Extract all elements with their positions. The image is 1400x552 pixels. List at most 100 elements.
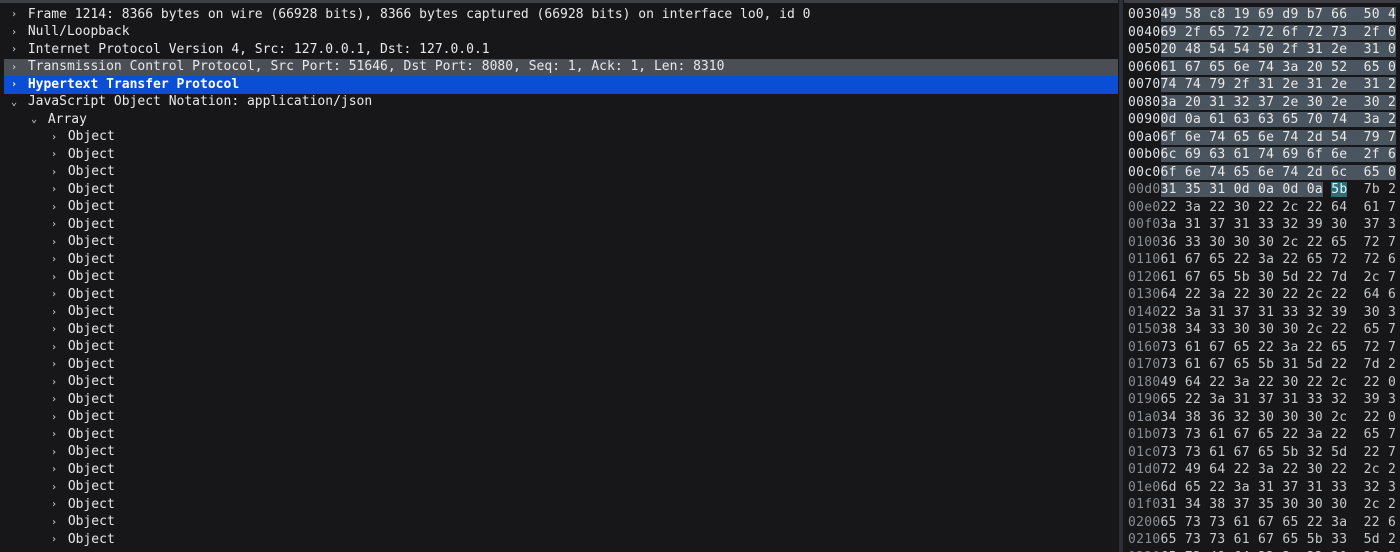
tree-row[interactable]: › Object	[4, 164, 1118, 182]
hex-row[interactable]: 020065 73 73 61 67 65 22 3a 22 6	[1128, 514, 1396, 532]
tree-row[interactable]: › Object	[4, 146, 1118, 164]
chevron-right-icon[interactable]: ›	[8, 43, 20, 57]
tree-row[interactable]: › Object	[4, 444, 1118, 462]
tree-row[interactable]: ⌄ JavaScript Object Notation: applicatio…	[4, 94, 1118, 112]
tree-row[interactable]: › Object	[4, 496, 1118, 514]
hex-row[interactable]: 01e06d 65 22 3a 31 37 31 33 32 3	[1128, 479, 1396, 497]
hex-row[interactable]: 006061 67 65 6e 74 3a 20 52 65 0	[1128, 59, 1396, 77]
chevron-right-icon[interactable]: ›	[48, 446, 60, 460]
tree-row[interactable]: › Object	[4, 199, 1118, 217]
hex-row[interactable]: 022065 72 49 64 22 3a 22 30 22 2	[1128, 549, 1396, 552]
chevron-right-icon[interactable]: ›	[48, 358, 60, 372]
tree-row[interactable]: › Object	[4, 286, 1118, 304]
hex-row[interactable]: 007074 74 79 2f 31 2e 31 2e 31 2	[1128, 76, 1396, 94]
chevron-right-icon[interactable]: ›	[8, 8, 20, 22]
hex-row[interactable]: 00803a 20 31 32 37 2e 30 2e 30 2	[1128, 94, 1396, 112]
chevron-right-icon[interactable]: ›	[48, 271, 60, 285]
chevron-right-icon[interactable]: ›	[48, 428, 60, 442]
hex-row[interactable]: 00900d 0a 61 63 63 65 70 74 3a 2	[1128, 111, 1396, 129]
tree-row[interactable]: › Object	[4, 339, 1118, 357]
chevron-right-icon[interactable]: ›	[48, 498, 60, 512]
tree-row[interactable]: › Object	[4, 129, 1118, 147]
hex-row[interactable]: 018049 64 22 3a 22 30 22 2c 22 0	[1128, 374, 1396, 392]
chevron-right-icon[interactable]: ›	[48, 393, 60, 407]
chevron-down-icon[interactable]: ⌄	[8, 96, 20, 110]
tree-row[interactable]: › Object	[4, 321, 1118, 339]
chevron-right-icon[interactable]: ›	[48, 481, 60, 495]
chevron-right-icon[interactable]: ›	[48, 253, 60, 267]
hex-row[interactable]: 021065 73 73 61 67 65 5b 33 5d 2	[1128, 531, 1396, 549]
hex-bytes: 73 73 61 67 65 22 3a 22 65 7	[1161, 426, 1397, 444]
tree-row[interactable]: › Hypertext Transfer Protocol	[4, 76, 1118, 94]
hex-row[interactable]: 01b073 73 61 67 65 22 3a 22 65 7	[1128, 426, 1396, 444]
hex-row[interactable]: 01c073 73 61 67 65 5b 32 5d 22 7	[1128, 444, 1396, 462]
tree-row[interactable]: › Object	[4, 304, 1118, 322]
chevron-right-icon[interactable]: ›	[48, 411, 60, 425]
chevron-right-icon[interactable]: ›	[48, 323, 60, 337]
chevron-right-icon[interactable]: ›	[8, 26, 20, 40]
chevron-right-icon[interactable]: ›	[48, 376, 60, 390]
hex-row[interactable]: 004069 2f 65 72 72 6f 72 73 2f 0	[1128, 24, 1396, 42]
hex-row[interactable]: 005020 48 54 54 50 2f 31 2e 31 0	[1128, 41, 1396, 59]
chevron-down-icon[interactable]: ⌄	[28, 113, 40, 127]
tree-row[interactable]: › Object	[4, 181, 1118, 199]
packet-details-tree[interactable]: › Frame 1214: 8366 bytes on wire (66928 …	[0, 3, 1118, 552]
hex-row[interactable]: 010036 33 30 30 30 2c 22 65 72 7	[1128, 234, 1396, 252]
tree-row[interactable]: › Null/Loopback	[4, 24, 1118, 42]
packet-bytes-hex[interactable]: 003049 58 c8 19 69 d9 b7 66 50 4004069 2…	[1124, 3, 1400, 552]
chevron-right-icon[interactable]: ›	[48, 516, 60, 530]
hex-row[interactable]: 014022 3a 31 37 31 33 32 39 30 3	[1128, 304, 1396, 322]
chevron-right-icon[interactable]: ›	[48, 306, 60, 320]
chevron-right-icon[interactable]: ›	[48, 131, 60, 145]
hex-bytes: 65 73 73 61 67 65 22 3a 22 6	[1161, 514, 1397, 532]
tree-row[interactable]: › Object	[4, 479, 1118, 497]
hex-row[interactable]: 01a034 38 36 32 30 30 30 2c 22 0	[1128, 409, 1396, 427]
tree-row[interactable]: › Transmission Control Protocol, Src Por…	[4, 59, 1118, 77]
tree-row-label: Object	[60, 338, 115, 356]
chevron-right-icon[interactable]: ›	[48, 218, 60, 232]
hex-row[interactable]: 016073 61 67 65 22 3a 22 65 72 7	[1128, 339, 1396, 357]
hex-row[interactable]: 003049 58 c8 19 69 d9 b7 66 50 4	[1128, 6, 1396, 24]
chevron-right-icon[interactable]: ›	[48, 236, 60, 250]
hex-row[interactable]: 00f03a 31 37 31 33 32 39 30 37 3	[1128, 216, 1396, 234]
chevron-right-icon[interactable]: ›	[48, 148, 60, 162]
tree-row[interactable]: › Object	[4, 531, 1118, 549]
tree-row[interactable]: › Object	[4, 409, 1118, 427]
chevron-right-icon[interactable]: ›	[48, 341, 60, 355]
tree-row[interactable]: › Object	[4, 269, 1118, 287]
hex-row[interactable]: 017073 61 67 65 5b 31 5d 22 7d 2	[1128, 356, 1396, 374]
tree-row[interactable]: › Object	[4, 426, 1118, 444]
chevron-right-icon[interactable]: ›	[8, 61, 20, 75]
hex-row[interactable]: 015038 34 33 30 30 30 2c 22 65 7	[1128, 321, 1396, 339]
hex-row[interactable]: 019065 22 3a 31 37 31 33 32 39 3	[1128, 391, 1396, 409]
hex-row[interactable]: 00b06c 69 63 61 74 69 6f 6e 2f 6	[1128, 146, 1396, 164]
tree-row[interactable]: › Object	[4, 251, 1118, 269]
tree-row[interactable]: › Object	[4, 216, 1118, 234]
hex-row[interactable]: 00e022 3a 22 30 22 2c 22 64 61 7	[1128, 199, 1396, 217]
hex-row[interactable]: 01f031 34 38 37 35 30 30 30 2c 2	[1128, 496, 1396, 514]
tree-row[interactable]: › Object	[4, 234, 1118, 252]
chevron-right-icon[interactable]: ›	[48, 201, 60, 215]
hex-row[interactable]: 011061 67 65 22 3a 22 65 72 72 6	[1128, 251, 1396, 269]
chevron-right-icon[interactable]: ›	[48, 166, 60, 180]
chevron-right-icon[interactable]: ›	[48, 183, 60, 197]
tree-row[interactable]: › Object	[4, 461, 1118, 479]
tree-row[interactable]: › Object	[4, 391, 1118, 409]
hex-row[interactable]: 00d031 35 31 0d 0a 0d 0a 5b 7b 2	[1128, 181, 1396, 199]
tree-row[interactable]: › Object	[4, 514, 1118, 532]
tree-row[interactable]: › Object	[4, 356, 1118, 374]
tree-row[interactable]: › Object	[4, 374, 1118, 392]
hex-row[interactable]: 00a06f 6e 74 65 6e 74 2d 54 79 7	[1128, 129, 1396, 147]
tree-row[interactable]: ⌄ Array	[4, 111, 1118, 129]
hex-row[interactable]: 012061 67 65 5b 30 5d 22 7d 2c 7	[1128, 269, 1396, 287]
tree-row[interactable]: › Frame 1214: 8366 bytes on wire (66928 …	[4, 6, 1118, 24]
hex-row[interactable]: 013064 22 3a 22 30 22 2c 22 64 6	[1128, 286, 1396, 304]
chevron-right-icon[interactable]: ›	[48, 533, 60, 547]
hex-bytes: 22 3a 31 37 31 33 32 39 30 3	[1161, 304, 1397, 322]
chevron-right-icon[interactable]: ›	[48, 288, 60, 302]
chevron-right-icon[interactable]: ›	[48, 463, 60, 477]
tree-row[interactable]: › Internet Protocol Version 4, Src: 127.…	[4, 41, 1118, 59]
hex-row[interactable]: 00c06f 6e 74 65 6e 74 2d 6c 65 0	[1128, 164, 1396, 182]
chevron-right-icon[interactable]: ›	[8, 78, 20, 92]
hex-row[interactable]: 01d072 49 64 22 3a 22 30 22 2c 2	[1128, 461, 1396, 479]
